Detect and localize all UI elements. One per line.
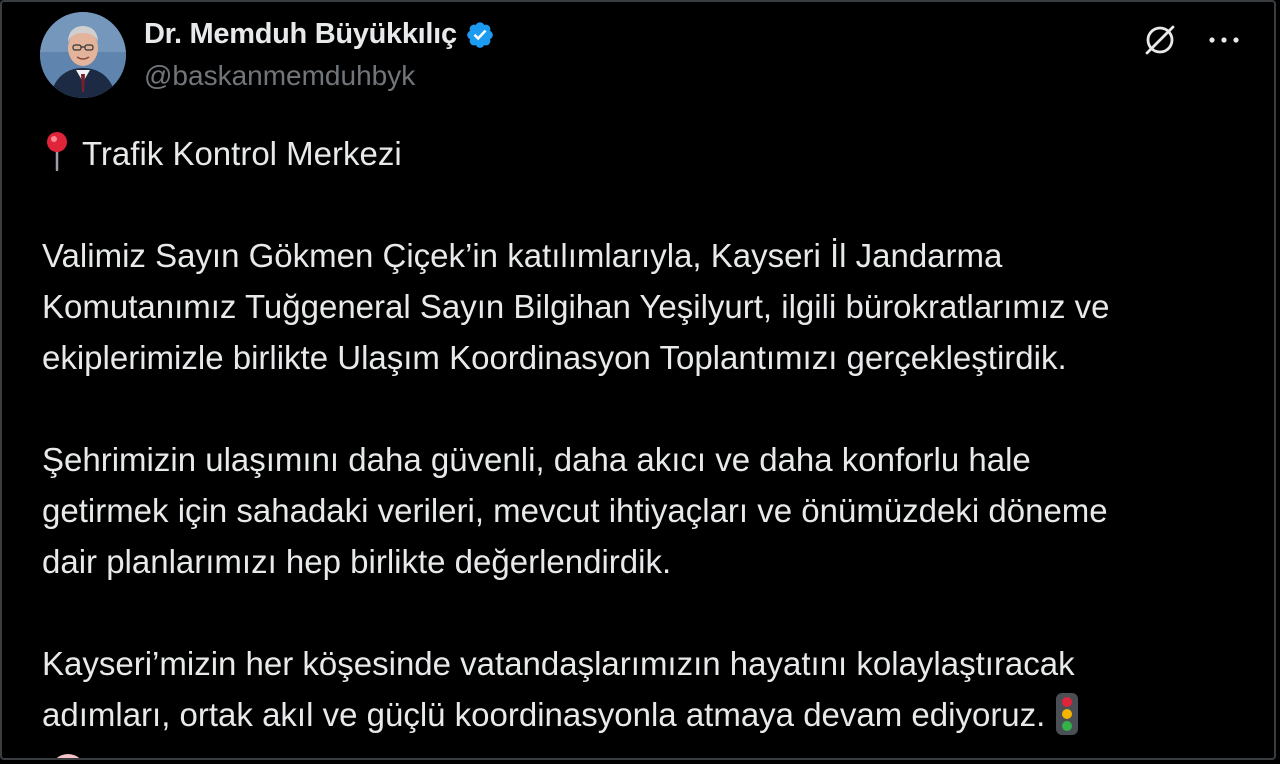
paragraph-2-line-1: Şehrimizin ulaşımını daha güvenli, daha … xyxy=(42,441,1031,478)
avatar[interactable] xyxy=(40,12,126,98)
paragraph-3-line-2: adımları, ortak akıl ve güçlü koordinasy… xyxy=(42,696,1046,733)
avatar-portrait xyxy=(40,12,126,98)
paragraph-3-line-2-wrap: adımları, ortak akıl ve güçlü koordinasy… xyxy=(42,689,1262,740)
paragraph-1-line-1: Valimiz Sayın Gökmen Çiçek’in katılımlar… xyxy=(42,237,1003,274)
partial-emoji-icon xyxy=(50,754,86,758)
paragraph-3-line-1: Kayseri’mizin her köşesinde vatandaşları… xyxy=(42,645,1075,682)
tweet-header: Dr. Memduh Büyükkılıç @baskanmemduhbyk xyxy=(40,12,1244,102)
post-title-line: Trafik Kontrol Merkezi xyxy=(42,128,1262,179)
vertical-traffic-light-emoji xyxy=(1055,692,1079,736)
name-row: Dr. Memduh Büyükkılıç xyxy=(144,18,495,51)
author-display-name[interactable]: Dr. Memduh Büyükkılıç xyxy=(144,18,457,51)
paragraph-1-line-3: ekiplerimizle birlikte Ulaşım Koordinasy… xyxy=(42,339,1067,376)
tweet-card: Dr. Memduh Büyükkılıç @baskanmemduhbyk T… xyxy=(0,0,1276,760)
verified-badge-icon[interactable] xyxy=(465,20,495,50)
more-horizontal-icon[interactable] xyxy=(1204,20,1244,60)
grok-slash-icon[interactable] xyxy=(1140,20,1180,60)
post-title: Trafik Kontrol Merkezi xyxy=(82,135,402,172)
header-actions xyxy=(1140,20,1244,60)
tweet-text: Trafik Kontrol Merkezi Valimiz Sayın Gök… xyxy=(42,128,1262,740)
round-pushpin-emoji xyxy=(42,131,72,172)
author-handle[interactable]: @baskanmemduhbyk xyxy=(144,60,415,92)
paragraph-1-line-2: Komutanımız Tuğgeneral Sayın Bilgihan Ye… xyxy=(42,288,1110,325)
paragraph-2-line-3: dair planlarımızı hep birlikte değerlend… xyxy=(42,543,672,580)
paragraph-2-line-2: getirmek için sahadaki verileri, mevcut … xyxy=(42,492,1108,529)
